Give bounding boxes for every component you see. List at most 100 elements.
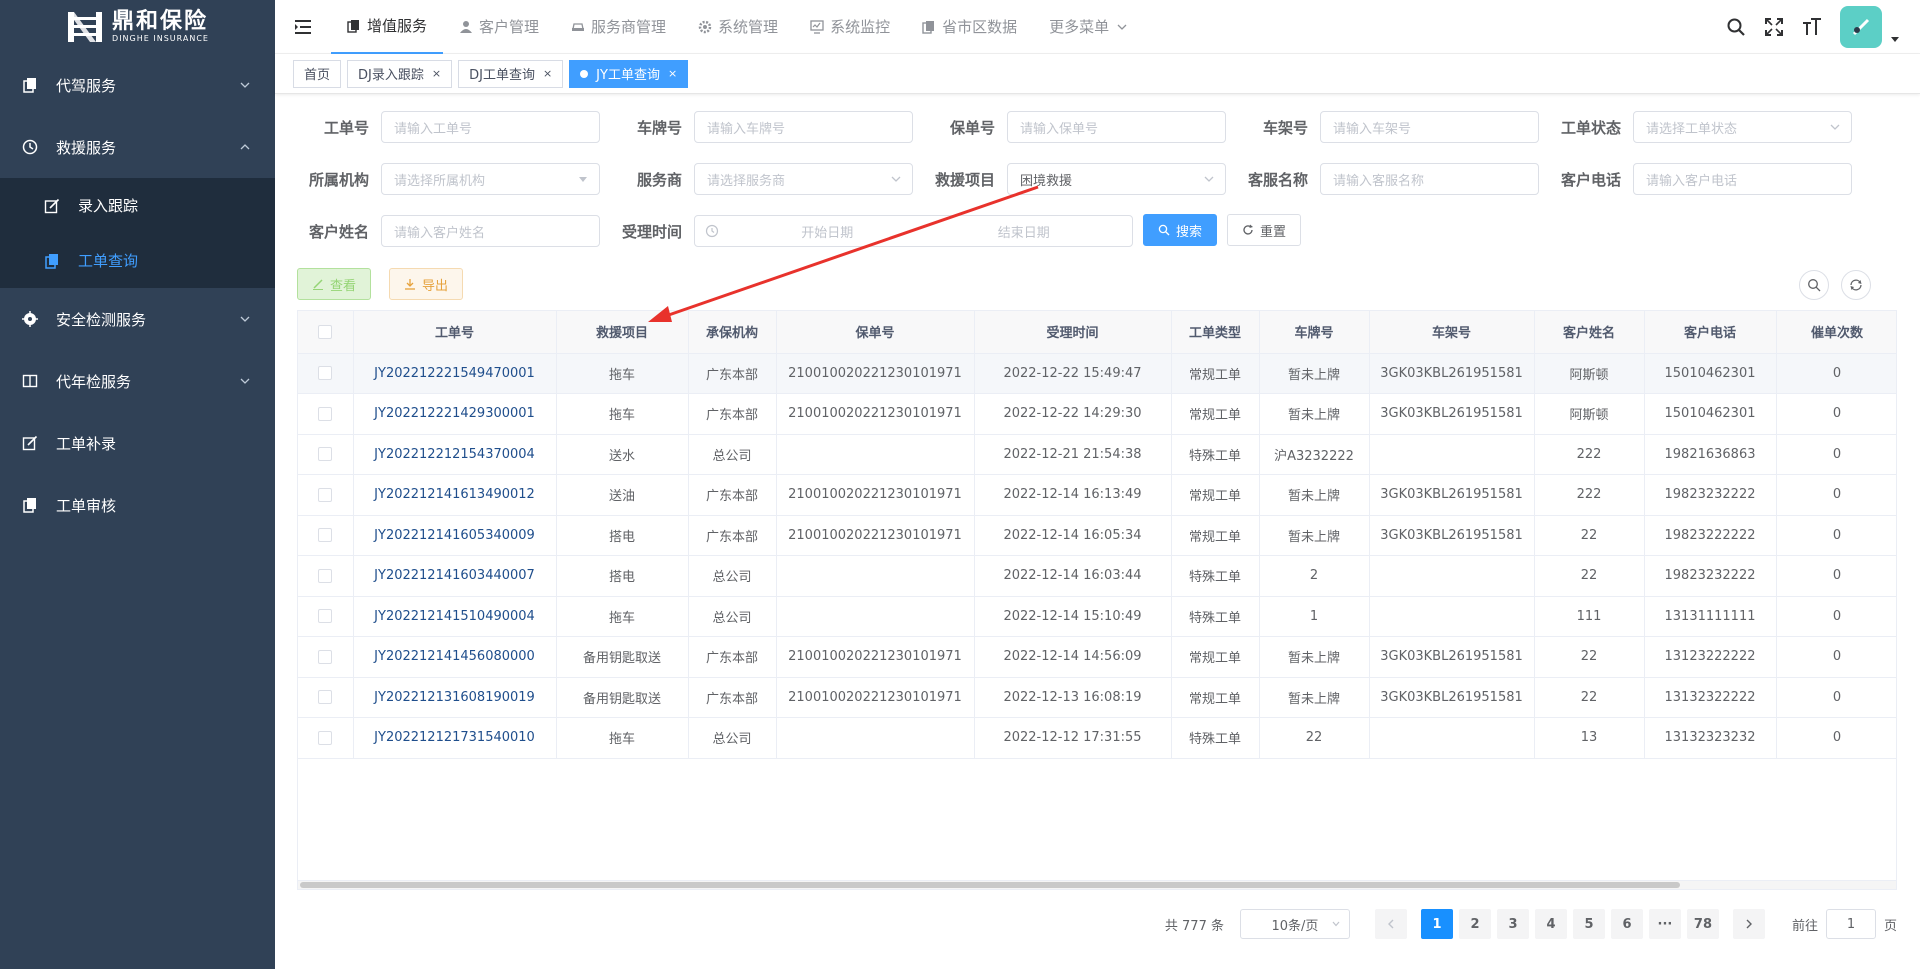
rescue-item-select[interactable]: 困境救援 xyxy=(1007,163,1226,195)
table-cell xyxy=(1369,434,1535,475)
table-row[interactable]: JY202212131608190019 备用钥匙取送 广东本部 2100100202… xyxy=(298,677,1896,718)
toggle-search-button[interactable] xyxy=(1799,270,1829,300)
table-cell: 拖车 xyxy=(556,393,689,435)
tag-jy-chaxun[interactable]: JY工单查询 × xyxy=(569,59,689,88)
table-row[interactable]: JY202212221429300001 拖车 广东本部 21001002022123… xyxy=(298,393,1896,435)
table-row[interactable]: JY202212141605340009 搭电 广东本部 21001002022123… xyxy=(298,515,1896,556)
table-row[interactable]: JY202212141603440007 搭电 总公司 2022-12-14 16:0… xyxy=(298,555,1896,597)
topnav-item-xitong-guanli[interactable]: 系统管理 xyxy=(682,0,794,54)
table-cell: 暂未上牌 xyxy=(1259,636,1370,678)
customer-name-input[interactable]: 请输入客户姓名 xyxy=(381,215,600,247)
row-checkbox[interactable] xyxy=(318,730,333,745)
page-button[interactable]: 78 xyxy=(1686,909,1719,939)
page-size-select[interactable]: 10条/页 xyxy=(1239,909,1350,939)
sidebar-item-jiuyuan[interactable]: 救援服务 xyxy=(0,116,275,178)
close-icon[interactable]: × xyxy=(668,67,677,80)
topnav-item-kehu[interactable]: 客户管理 xyxy=(443,0,555,54)
search-icon[interactable] xyxy=(1726,17,1746,37)
reset-button[interactable]: 重置 xyxy=(1227,214,1302,246)
provider-select[interactable]: 请选择服务商 xyxy=(694,163,913,195)
order-no-link[interactable]: JY202212121731540010 xyxy=(374,730,535,745)
tag-dj-luru[interactable]: DJ录入跟踪 × xyxy=(347,59,453,88)
goto-page-input[interactable]: 1 xyxy=(1825,909,1876,939)
order-no-link[interactable]: JY202212141613490012 xyxy=(374,487,535,502)
close-icon[interactable]: × xyxy=(543,67,552,80)
sidebar-item-dai-nianjian[interactable]: 代年检服务 xyxy=(0,350,275,412)
date-range-picker[interactable]: 开始日期 结束日期 xyxy=(694,215,1133,247)
table-cell: 13132323232 xyxy=(1644,717,1777,759)
order-no-link[interactable]: JY202212141605340009 xyxy=(374,528,535,543)
avatar[interactable] xyxy=(1840,6,1882,48)
agent-name-input[interactable]: 请输入客服名称 xyxy=(1320,163,1539,195)
table-row[interactable]: JY202212121731540010 拖车 总公司 2022-12-12 17:3… xyxy=(298,717,1896,759)
org-select[interactable]: 请选择所属机构 xyxy=(381,163,600,195)
page-button[interactable]: 3 xyxy=(1496,909,1529,939)
policy-no-input[interactable]: 请输入保单号 xyxy=(1007,111,1226,143)
order-no-link[interactable]: JY202212141603440007 xyxy=(374,568,535,583)
order-no-link[interactable]: JY202212141510490004 xyxy=(374,609,535,624)
sidebar-item-gongdan-shenhe[interactable]: 工单审核 xyxy=(0,474,275,536)
prev-page-button[interactable] xyxy=(1374,909,1407,939)
topnav-item-more[interactable]: 更多菜单 xyxy=(1033,0,1145,54)
hamburger-icon[interactable] xyxy=(293,17,313,37)
order-table: 工单号 救援项目 承保机构 保单号 受理时间 工单类型 车牌号 车架号 客户姓名… xyxy=(297,310,1897,890)
font-size-icon[interactable] xyxy=(1802,17,1822,37)
sidebar-item-gongdan-chaxun[interactable]: 工单查询 xyxy=(0,233,275,288)
table-row[interactable]: JY202212221549470001 拖车 广东本部 21001002022123… xyxy=(298,353,1896,394)
table-row[interactable]: JY202212141456080000 备用钥匙取送 广东本部 2100100202… xyxy=(298,636,1896,678)
view-button[interactable]: 查看 xyxy=(297,268,372,300)
order-no-link[interactable]: JY202212131608190019 xyxy=(374,690,535,705)
sidebar-item-anquan-jiance[interactable]: 安全检测服务 xyxy=(0,288,275,350)
row-checkbox[interactable] xyxy=(318,366,333,381)
order-no-link[interactable]: JY2022122121543700​04 xyxy=(374,447,535,462)
page-button[interactable]: 2 xyxy=(1458,909,1491,939)
topnav-item-zengzhi[interactable]: 增值服务 xyxy=(331,0,444,54)
tag-home[interactable]: 首页 xyxy=(293,59,342,88)
row-checkbox[interactable] xyxy=(318,609,333,624)
order-no-link[interactable]: JY202212141456080000 xyxy=(374,649,535,664)
table-cell: 送油 xyxy=(556,474,689,516)
order-no-link[interactable]: JY202212221549470001 xyxy=(374,366,535,381)
close-icon[interactable]: × xyxy=(432,67,441,80)
topnav-item-xitong-jiankong[interactable]: 系统监控 xyxy=(794,0,906,54)
plate-no-input[interactable]: 请输入车牌号 xyxy=(694,111,913,143)
table-cell: 210010020221230101971 xyxy=(776,515,975,556)
refresh-table-button[interactable] xyxy=(1841,270,1871,300)
row-checkbox[interactable] xyxy=(318,406,333,421)
sidebar-item-luru-genzong[interactable]: 录入跟踪 xyxy=(0,178,275,233)
fullscreen-icon[interactable] xyxy=(1764,17,1784,37)
topnav-item-shengshiqu[interactable]: 省市区数据 xyxy=(906,0,1033,54)
order-no-link[interactable]: JY202212221429300001 xyxy=(374,406,535,421)
row-checkbox[interactable] xyxy=(318,487,333,502)
sidebar-item-daijia[interactable]: 代驾服务 xyxy=(0,54,275,116)
customer-phone-input[interactable]: 请输入客户电话 xyxy=(1633,163,1852,195)
page-button[interactable]: 1 xyxy=(1420,909,1453,939)
more-pages-button[interactable]: ··· xyxy=(1648,909,1681,939)
table-row[interactable]: JY2022122121543700​04 送水 总公司 2022-12-21 21:… xyxy=(298,434,1896,475)
vin-input[interactable]: 请输入车架号 xyxy=(1320,111,1539,143)
horizontal-scrollbar[interactable] xyxy=(297,880,1897,890)
sidebar-item-gongdan-bulu[interactable]: 工单补录 xyxy=(0,412,275,474)
next-page-button[interactable] xyxy=(1732,909,1765,939)
row-checkbox[interactable] xyxy=(318,690,333,705)
table-cell: JY202212141613490012 xyxy=(353,474,557,516)
page-button[interactable]: 5 xyxy=(1572,909,1605,939)
tag-dj-chaxun[interactable]: DJ工单查询 × xyxy=(458,59,564,88)
row-checkbox[interactable] xyxy=(318,568,333,583)
order-no-input[interactable]: 请输入工单号 xyxy=(381,111,600,143)
page-button[interactable]: 6 xyxy=(1610,909,1643,939)
caret-down-icon[interactable] xyxy=(1890,34,1900,44)
page-button[interactable]: 4 xyxy=(1534,909,1567,939)
scrollbar-thumb[interactable] xyxy=(300,882,1680,888)
select-all-checkbox[interactable] xyxy=(318,324,333,339)
field-label: 服务商 xyxy=(636,170,682,189)
order-status-select[interactable]: 请选择工单状态 xyxy=(1633,111,1852,143)
export-button[interactable]: 导出 xyxy=(389,268,464,300)
table-row[interactable]: JY202212141613490012 送油 广东本部 21001002022123… xyxy=(298,474,1896,516)
table-row[interactable]: JY202212141510490004 拖车 总公司 2022-12-14 15:1… xyxy=(298,596,1896,637)
row-checkbox[interactable] xyxy=(318,447,333,462)
search-button[interactable]: 搜索 xyxy=(1143,214,1218,246)
topnav-item-fuwushang[interactable]: 服务商管理 xyxy=(555,0,682,54)
row-checkbox[interactable] xyxy=(318,649,333,664)
row-checkbox[interactable] xyxy=(318,528,333,543)
